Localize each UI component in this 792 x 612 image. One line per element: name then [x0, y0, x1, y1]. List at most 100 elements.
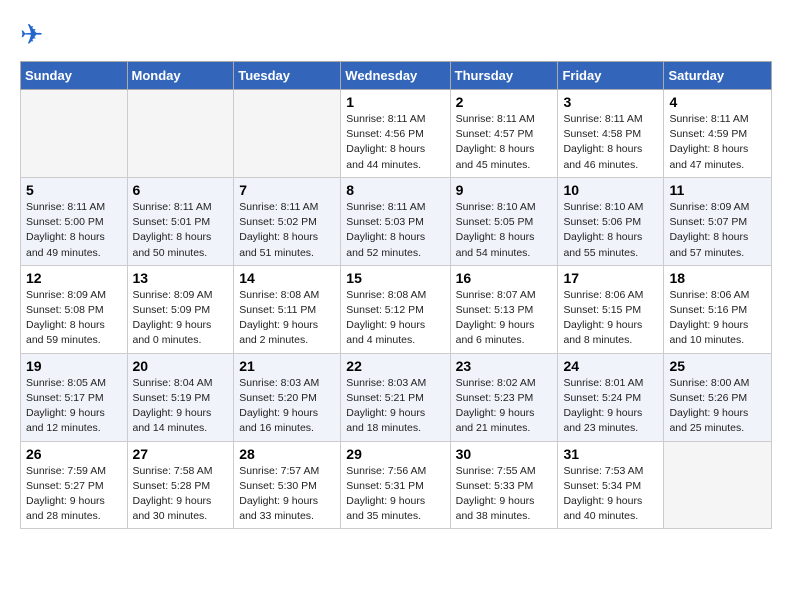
day-info: Sunrise: 8:11 AM Sunset: 4:58 PM Dayligh… — [563, 112, 658, 173]
day-info: Sunrise: 8:03 AM Sunset: 5:21 PM Dayligh… — [346, 376, 444, 437]
calendar-cell: 30Sunrise: 7:55 AM Sunset: 5:33 PM Dayli… — [450, 441, 558, 529]
day-number: 18 — [669, 270, 766, 286]
day-info: Sunrise: 7:57 AM Sunset: 5:30 PM Dayligh… — [239, 464, 335, 525]
calendar-cell — [127, 90, 234, 178]
day-info: Sunrise: 8:09 AM Sunset: 5:07 PM Dayligh… — [669, 200, 766, 261]
calendar-cell: 22 Sunrise: 8:03 AM Sunset: 5:21 PM Dayli… — [341, 353, 450, 441]
calendar-cell: 23 Sunrise: 8:02 AM Sunset: 5:23 PM Dayli… — [450, 353, 558, 441]
day-number: 6 — [133, 182, 229, 198]
calendar-cell: 3 Sunrise: 8:11 AM Sunset: 4:58 PM Daylig… — [558, 90, 664, 178]
day-number: 19 — [26, 358, 122, 374]
calendar-cell: 27 Sunrise: 7:58 AM Sunset: 5:28 PM Dayli… — [127, 441, 234, 529]
day-number: 14 — [239, 270, 335, 286]
calendar-header-friday: Friday — [558, 62, 664, 90]
day-info: Sunrise: 8:10 AM Sunset: 5:05 PM Dayligh… — [456, 200, 553, 261]
calendar-cell: 28 Sunrise: 7:57 AM Sunset: 5:30 PM Dayli… — [234, 441, 341, 529]
calendar-cell: 17Sunrise: 8:06 AM Sunset: 5:15 PM Dayli… — [558, 265, 664, 353]
day-number: 8 — [346, 182, 444, 198]
calendar-cell: 29Sunrise: 7:56 AM Sunset: 5:31 PM Dayli… — [341, 441, 450, 529]
day-info: Sunrise: 8:11 AM Sunset: 5:03 PM Dayligh… — [346, 200, 444, 261]
day-number: 20 — [133, 358, 229, 374]
calendar-cell: 26 Sunrise: 7:59 AM Sunset: 5:27 PM Dayli… — [21, 441, 128, 529]
calendar-cell: 11 Sunrise: 8:09 AM Sunset: 5:07 PM Dayli… — [664, 177, 772, 265]
day-info: Sunrise: 7:59 AM Sunset: 5:27 PM Dayligh… — [26, 464, 122, 525]
day-info: Sunrise: 8:11 AM Sunset: 4:56 PM Dayligh… — [346, 112, 444, 173]
day-number: 28 — [239, 446, 335, 462]
calendar-header-tuesday: Tuesday — [234, 62, 341, 90]
calendar-cell: 24 Sunrise: 8:01 AM Sunset: 5:24 PM Dayli… — [558, 353, 664, 441]
day-info: Sunrise: 8:04 AM Sunset: 5:19 PM Dayligh… — [133, 376, 229, 437]
day-number: 31 — [563, 446, 658, 462]
day-info: Sunrise: 8:11 AM Sunset: 5:00 PM Dayligh… — [26, 200, 122, 261]
calendar-cell: 8 Sunrise: 8:11 AM Sunset: 5:03 PM Daylig… — [341, 177, 450, 265]
day-number: 4 — [669, 94, 766, 110]
day-info: Sunrise: 7:53 AM Sunset: 5:34 PM Dayligh… — [563, 464, 658, 525]
calendar-header-wednesday: Wednesday — [341, 62, 450, 90]
calendar-header-thursday: Thursday — [450, 62, 558, 90]
calendar-header-row: SundayMondayTuesdayWednesdayThursdayFrid… — [21, 62, 772, 90]
calendar: SundayMondayTuesdayWednesdayThursdayFrid… — [20, 61, 772, 529]
day-info: Sunrise: 8:09 AM Sunset: 5:09 PM Dayligh… — [133, 288, 229, 349]
day-info: Sunrise: 8:01 AM Sunset: 5:24 PM Dayligh… — [563, 376, 658, 437]
header: ✈ — [20, 18, 772, 51]
calendar-cell: 31 Sunrise: 7:53 AM Sunset: 5:34 PM Dayli… — [558, 441, 664, 529]
day-number: 29 — [346, 446, 444, 462]
calendar-cell: 10 Sunrise: 8:10 AM Sunset: 5:06 PM Dayli… — [558, 177, 664, 265]
day-number: 16 — [456, 270, 553, 286]
calendar-week-2: 5 Sunrise: 8:11 AM Sunset: 5:00 PM Daylig… — [21, 177, 772, 265]
day-number: 25 — [669, 358, 766, 374]
day-info: Sunrise: 7:58 AM Sunset: 5:28 PM Dayligh… — [133, 464, 229, 525]
calendar-week-5: 26 Sunrise: 7:59 AM Sunset: 5:27 PM Dayli… — [21, 441, 772, 529]
day-info: Sunrise: 8:02 AM Sunset: 5:23 PM Dayligh… — [456, 376, 553, 437]
logo-icon: ✈ — [20, 18, 43, 51]
calendar-cell: 2 Sunrise: 8:11 AM Sunset: 4:57 PM Daylig… — [450, 90, 558, 178]
day-number: 9 — [456, 182, 553, 198]
calendar-cell — [21, 90, 128, 178]
day-info: Sunrise: 7:55 AM Sunset: 5:33 PM Dayligh… — [456, 464, 553, 525]
day-info: Sunrise: 8:06 AM Sunset: 5:16 PM Dayligh… — [669, 288, 766, 349]
day-info: Sunrise: 8:11 AM Sunset: 4:57 PM Dayligh… — [456, 112, 553, 173]
calendar-cell: 4 Sunrise: 8:11 AM Sunset: 4:59 PM Daylig… — [664, 90, 772, 178]
day-info: Sunrise: 8:06 AM Sunset: 5:15 PM Dayligh… — [563, 288, 658, 349]
day-number: 22 — [346, 358, 444, 374]
day-info: Sunrise: 8:03 AM Sunset: 5:20 PM Dayligh… — [239, 376, 335, 437]
day-info: Sunrise: 8:11 AM Sunset: 5:02 PM Dayligh… — [239, 200, 335, 261]
day-number: 23 — [456, 358, 553, 374]
day-number: 13 — [133, 270, 229, 286]
day-info: Sunrise: 8:07 AM Sunset: 5:13 PM Dayligh… — [456, 288, 553, 349]
day-info: Sunrise: 8:11 AM Sunset: 4:59 PM Dayligh… — [669, 112, 766, 173]
calendar-cell: 20 Sunrise: 8:04 AM Sunset: 5:19 PM Dayli… — [127, 353, 234, 441]
day-info: Sunrise: 8:05 AM Sunset: 5:17 PM Dayligh… — [26, 376, 122, 437]
calendar-cell: 5 Sunrise: 8:11 AM Sunset: 5:00 PM Daylig… — [21, 177, 128, 265]
calendar-cell: 18 Sunrise: 8:06 AM Sunset: 5:16 PM Dayli… — [664, 265, 772, 353]
day-number: 11 — [669, 182, 766, 198]
day-number: 5 — [26, 182, 122, 198]
day-info: Sunrise: 8:11 AM Sunset: 5:01 PM Dayligh… — [133, 200, 229, 261]
calendar-header-saturday: Saturday — [664, 62, 772, 90]
day-info: Sunrise: 8:10 AM Sunset: 5:06 PM Dayligh… — [563, 200, 658, 261]
calendar-cell: 19 Sunrise: 8:05 AM Sunset: 5:17 PM Dayli… — [21, 353, 128, 441]
calendar-cell: 1 Sunrise: 8:11 AM Sunset: 4:56 PM Daylig… — [341, 90, 450, 178]
page: ✈ SundayMondayTuesdayWednesdayThursdayFr… — [0, 0, 792, 541]
day-info: Sunrise: 8:08 AM Sunset: 5:11 PM Dayligh… — [239, 288, 335, 349]
calendar-cell: 21Sunrise: 8:03 AM Sunset: 5:20 PM Dayli… — [234, 353, 341, 441]
logo: ✈ — [20, 18, 47, 51]
day-number: 26 — [26, 446, 122, 462]
day-number: 2 — [456, 94, 553, 110]
calendar-cell: 15Sunrise: 8:08 AM Sunset: 5:12 PM Dayli… — [341, 265, 450, 353]
calendar-cell: 13 Sunrise: 8:09 AM Sunset: 5:09 PM Dayli… — [127, 265, 234, 353]
calendar-cell: 16 Sunrise: 8:07 AM Sunset: 5:13 PM Dayli… — [450, 265, 558, 353]
calendar-cell: 12 Sunrise: 8:09 AM Sunset: 5:08 PM Dayli… — [21, 265, 128, 353]
day-number: 24 — [563, 358, 658, 374]
day-number: 10 — [563, 182, 658, 198]
calendar-header-sunday: Sunday — [21, 62, 128, 90]
day-number: 12 — [26, 270, 122, 286]
day-info: Sunrise: 8:09 AM Sunset: 5:08 PM Dayligh… — [26, 288, 122, 349]
day-number: 1 — [346, 94, 444, 110]
day-number: 27 — [133, 446, 229, 462]
calendar-cell: 25Sunrise: 8:00 AM Sunset: 5:26 PM Dayli… — [664, 353, 772, 441]
calendar-week-4: 19 Sunrise: 8:05 AM Sunset: 5:17 PM Dayli… — [21, 353, 772, 441]
calendar-cell: 9 Sunrise: 8:10 AM Sunset: 5:05 PM Daylig… — [450, 177, 558, 265]
day-number: 3 — [563, 94, 658, 110]
calendar-cell: 14 Sunrise: 8:08 AM Sunset: 5:11 PM Dayli… — [234, 265, 341, 353]
